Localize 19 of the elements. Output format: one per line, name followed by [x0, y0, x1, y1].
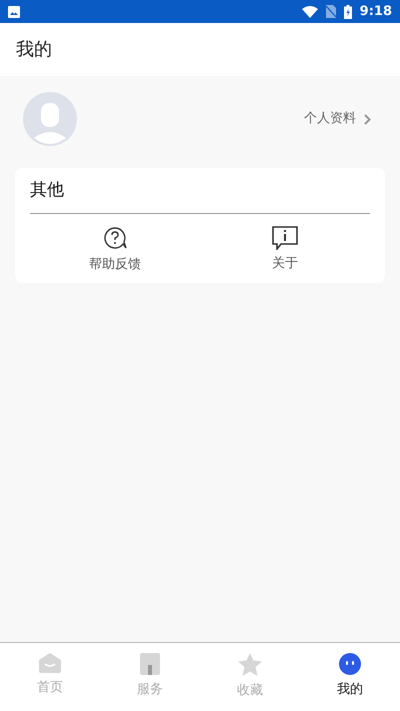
profile-link[interactable]: 个人资料 — [304, 109, 371, 129]
face-icon — [339, 653, 361, 675]
avatar-icon[interactable] — [23, 92, 77, 146]
tab[interactable]: 我的 — [300, 643, 400, 711]
section-title: 其他 — [30, 178, 64, 202]
image-notification-icon — [8, 6, 20, 18]
menu-item[interactable]: 帮助反馈 — [30, 226, 200, 274]
info-message-icon — [272, 226, 298, 250]
home-icon — [39, 653, 61, 673]
help-icon — [102, 226, 128, 251]
status-time: 9:18 — [360, 2, 392, 21]
no-sim-icon — [326, 5, 336, 18]
wifi-icon — [302, 6, 318, 18]
building-icon — [140, 653, 160, 675]
chevron-right-icon — [364, 114, 371, 124]
battery-charging-icon — [344, 4, 352, 18]
menu-item[interactable]: 关于 — [200, 226, 370, 274]
page-title: 我的 — [16, 38, 52, 62]
star-icon — [238, 653, 262, 676]
